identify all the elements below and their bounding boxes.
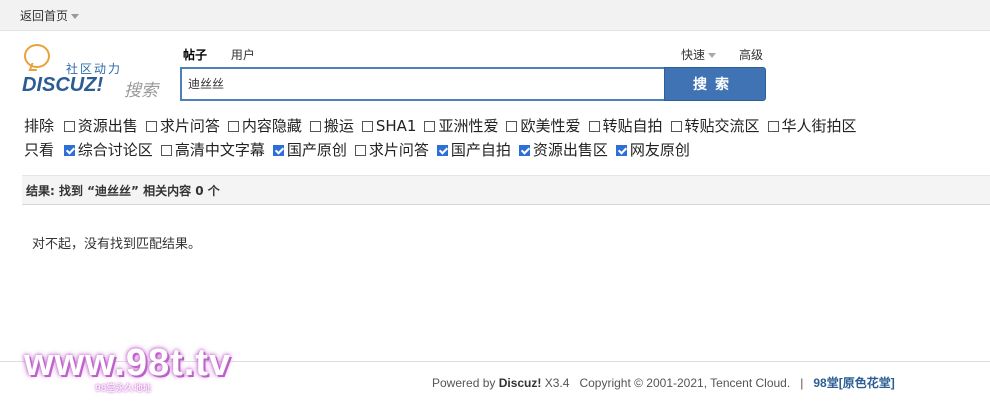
forum-checkbox-label: 国产原创 — [286, 141, 347, 159]
forum-checkbox-option[interactable]: 华人街拍区 — [767, 114, 857, 138]
chevron-down-icon — [71, 14, 80, 19]
copyright: Copyright © 2001-2021, Tencent Cloud. — [579, 376, 791, 390]
checkbox-unchecked-icon[interactable] — [63, 121, 75, 132]
forum-checkbox-option[interactable]: 搬运 — [309, 114, 354, 138]
forum-checkbox-label: 华人街拍区 — [781, 117, 857, 135]
tab-users[interactable]: 用户 — [231, 48, 255, 62]
forum-checkbox-label: 求片问答 — [159, 117, 220, 135]
forum-checkbox-label: SHA1 — [375, 117, 417, 135]
checkbox-unchecked-icon[interactable] — [354, 145, 366, 156]
checkbox-unchecked-icon[interactable] — [670, 121, 682, 132]
checkbox-checked-icon[interactable] — [615, 145, 627, 156]
forum-checkbox-label: 高清中文字幕 — [174, 141, 265, 159]
advanced-search-link[interactable]: 高级 — [739, 46, 763, 63]
result-summary-bar: 结果: 找到 “迪丝丝” 相关内容 0 个 — [22, 175, 990, 205]
logo-brand: DISCUZ! — [22, 74, 104, 96]
speech-bubble-icon — [24, 44, 50, 68]
forum-checkbox-option[interactable]: 高清中文字幕 — [160, 138, 265, 162]
forum-checkbox-label: 求片问答 — [368, 141, 429, 159]
logo-search-word: 搜索 — [124, 81, 158, 101]
checkbox-unchecked-icon[interactable] — [506, 121, 518, 132]
forum-checkbox-label: 内容隐藏 — [241, 117, 302, 135]
footer-separator: | — [800, 376, 804, 390]
forum-checkbox-option[interactable]: 转贴交流区 — [670, 114, 760, 138]
checkbox-unchecked-icon[interactable] — [160, 145, 172, 156]
forum-checkbox-option[interactable]: 求片问答 — [354, 138, 429, 162]
watermark-logo: www.98t.tv — [24, 342, 232, 384]
exclude-label: 排除 — [24, 117, 55, 135]
forum-checkbox-label: 搬运 — [323, 117, 354, 135]
checkbox-unchecked-icon[interactable] — [424, 121, 436, 132]
checkbox-unchecked-icon[interactable] — [145, 121, 157, 132]
forum-checkbox-option[interactable]: 资源出售区 — [518, 138, 608, 162]
forum-checkbox-option[interactable]: 欧美性爱 — [506, 114, 581, 138]
empty-message: 对不起，没有找到匹配结果。 — [32, 237, 202, 252]
discuz-link[interactable]: Discuz! — [499, 376, 542, 390]
forum-checkbox-option[interactable]: 求片问答 — [145, 114, 220, 138]
forum-filters: 排除 资源出售 求片问答 内容隐藏 搬运 SHA1 亚洲性爱 欧美性爱 转贴自拍 转贴交流区 华人… — [24, 114, 865, 162]
back-home-link[interactable]: 返回首页 — [20, 7, 80, 24]
forum-checkbox-option[interactable]: 资源出售 — [63, 114, 138, 138]
exclude-row: 排除 资源出售 求片问答 内容隐藏 搬运 SHA1 亚洲性爱 欧美性爱 转贴自拍 转贴交流区 华人… — [24, 114, 865, 138]
forum-checkbox-label: 国产自拍 — [450, 141, 511, 159]
forum-checkbox-label: 综合讨论区 — [77, 141, 153, 159]
checkbox-unchecked-icon[interactable] — [361, 121, 373, 132]
forum-checkbox-label: 网友原创 — [629, 141, 690, 159]
forum-checkbox-option[interactable]: 国产原创 — [272, 138, 347, 162]
forum-checkbox-option[interactable]: 网友原创 — [615, 138, 690, 162]
forum-checkbox-label: 资源出售区 — [532, 141, 608, 159]
checkbox-checked-icon[interactable] — [436, 145, 448, 156]
discuz-logo[interactable]: 社区动力 DISCUZ! 搜索 — [22, 44, 162, 101]
top-bar: 返回首页 — [0, 0, 990, 31]
forum-checkbox-option[interactable]: 亚洲性爱 — [424, 114, 498, 138]
result-summary: 结果: 找到 “迪丝丝” 相关内容 0 个 — [26, 184, 220, 198]
checkbox-checked-icon[interactable] — [63, 145, 75, 156]
powered-prefix: Powered by — [432, 376, 499, 390]
search-button[interactable]: 搜索 — [664, 67, 766, 101]
forum-checkbox-option[interactable]: 国产自拍 — [436, 138, 511, 162]
forum-checkbox-label: 欧美性爱 — [520, 117, 581, 135]
forum-checkbox-option[interactable]: 转贴自拍 — [588, 114, 663, 138]
version: X3.4 — [541, 376, 570, 390]
checkbox-unchecked-icon[interactable] — [767, 121, 779, 132]
checkbox-checked-icon[interactable] — [518, 145, 530, 156]
quick-search-label: 快速 — [681, 48, 706, 62]
forum-checkbox-option[interactable]: 内容隐藏 — [227, 114, 302, 138]
only-row: 只看 综合讨论区 高清中文字幕 国产原创 求片问答 国产自拍 资源出售区 网友原创 — [24, 138, 865, 162]
forum-checkbox-option[interactable]: 综合讨论区 — [63, 138, 153, 162]
checkbox-unchecked-icon[interactable] — [588, 121, 600, 132]
forum-checkbox-label: 转贴自拍 — [602, 117, 663, 135]
forum-checkbox-label: 转贴交流区 — [684, 117, 760, 135]
forum-checkbox-option[interactable]: SHA1 — [361, 114, 417, 138]
checkbox-unchecked-icon[interactable] — [227, 121, 239, 132]
search-type-tabs: 帖子 用户 — [183, 46, 275, 63]
search-input[interactable] — [180, 67, 670, 101]
watermark-subtitle: 98堂永久地址 — [95, 384, 152, 394]
checkbox-checked-icon[interactable] — [272, 145, 284, 156]
back-home-label: 返回首页 — [20, 9, 69, 23]
site-name-link[interactable]: 98堂[原色花堂] — [813, 376, 894, 390]
forum-checkbox-label: 资源出售 — [77, 117, 138, 135]
chevron-down-icon — [708, 53, 717, 58]
checkbox-unchecked-icon[interactable] — [309, 121, 321, 132]
tab-threads[interactable]: 帖子 — [183, 48, 207, 62]
footer: Powered by Discuz! X3.4 Copyright © 2001… — [432, 374, 895, 391]
quick-search-dropdown[interactable]: 快速 — [681, 46, 717, 63]
only-label: 只看 — [24, 141, 55, 159]
forum-checkbox-label: 亚洲性爱 — [438, 117, 499, 135]
